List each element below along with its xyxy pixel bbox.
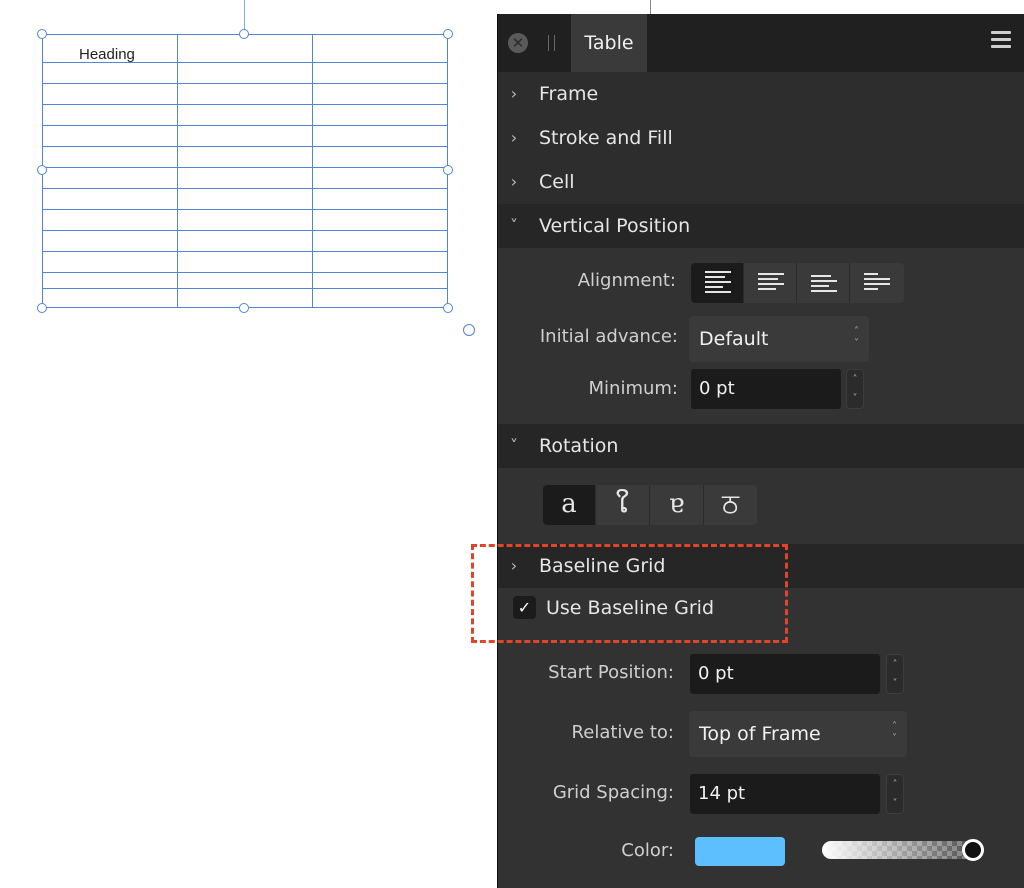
table-resize-handle[interactable] (463, 324, 475, 336)
stepper-up-icon[interactable]: ˄ (887, 655, 903, 674)
relative-to-select[interactable]: Top of Frame ˄ ˅ (689, 711, 907, 757)
close-panel-button[interactable]: ✕ (508, 33, 528, 53)
stepper-down-icon[interactable]: ˅ (887, 674, 903, 693)
table-row-line (43, 146, 447, 147)
initial-advance-value: Default (699, 328, 769, 350)
select-arrows-icon: ˄ ˅ (892, 721, 897, 744)
chevron-down-icon: ˅ (510, 436, 518, 455)
rotation-segmented-control[interactable]: a ໃ ɐ ਠ (543, 485, 757, 525)
minimum-input[interactable]: 0 pt (691, 369, 841, 409)
rotation-90-button[interactable]: ໃ (596, 485, 650, 525)
color-label: Color: (621, 840, 674, 861)
chevron-right-icon: › (510, 172, 518, 191)
section-title: Vertical Position (539, 215, 691, 237)
minimum-label: Minimum: (588, 378, 678, 399)
align-top-button[interactable] (691, 263, 744, 303)
align-justify-button[interactable] (850, 263, 904, 303)
section-rotation[interactable]: ˅ Rotation (498, 424, 1024, 468)
section-title: Frame (539, 83, 599, 105)
section-title: Cell (539, 171, 575, 193)
table-row-line (43, 104, 447, 105)
stepper-down-icon[interactable]: ˅ (847, 389, 863, 408)
table-row-line (43, 288, 447, 289)
section-stroke-and-fill[interactable]: › Stroke and Fill (498, 116, 1024, 160)
table-column-line (177, 35, 178, 307)
chevron-right-icon: › (510, 128, 518, 147)
selection-handle-top-left[interactable] (37, 29, 47, 39)
tab-table[interactable]: Table (571, 14, 647, 72)
alignment-label: Alignment: (577, 270, 676, 291)
highlight-annotation-box (471, 544, 788, 643)
stepper-up-icon[interactable]: ˄ (887, 775, 903, 794)
hamburger-menu-icon[interactable] (991, 31, 1011, 51)
table-row-line (43, 188, 447, 189)
table-row-line (43, 125, 447, 126)
selection-handle-bottom[interactable] (239, 303, 249, 313)
table-row-line (43, 230, 447, 231)
align-center-icon (758, 273, 784, 293)
table-object[interactable] (42, 34, 448, 308)
opacity-slider-track[interactable] (822, 841, 982, 859)
stepper-down-icon[interactable]: ˅ (887, 794, 903, 813)
table-heading-text[interactable]: Heading (79, 46, 135, 63)
rotation-180-button[interactable]: ɐ (650, 485, 704, 525)
start-position-label: Start Position: (548, 662, 674, 683)
table-row-line (43, 83, 447, 84)
start-position-input[interactable]: 0 pt (690, 654, 880, 694)
section-frame[interactable]: › Frame (498, 72, 1024, 116)
relative-to-label: Relative to: (571, 722, 674, 743)
align-center-button[interactable] (744, 263, 797, 303)
select-arrows-icon: ˄ ˅ (854, 326, 859, 349)
align-top-icon (705, 271, 731, 296)
stepper-up-icon[interactable]: ˄ (847, 370, 863, 389)
minimum-stepper[interactable]: ˄ ˅ (846, 369, 864, 409)
rotation-270-button[interactable]: ਠ (704, 485, 757, 525)
selection-handle-top-right[interactable] (443, 29, 453, 39)
table-row-line (43, 251, 447, 252)
table-row-line (43, 272, 447, 273)
grid-spacing-input[interactable]: 14 pt (690, 774, 880, 814)
document-canvas[interactable]: Heading (0, 0, 497, 888)
section-title: Stroke and Fill (539, 127, 673, 149)
drag-grip-icon[interactable] (548, 35, 555, 51)
panel-tab-bar: ✕ Table (498, 14, 1024, 72)
initial-advance-select[interactable]: Default ˄ ˅ (689, 316, 869, 362)
selection-handle-bottom-right[interactable] (443, 303, 453, 313)
table-column-line (312, 35, 313, 307)
alignment-segmented-control[interactable] (691, 263, 904, 303)
table-row-line (43, 167, 447, 168)
section-vertical-position[interactable]: ˅ Vertical Position (498, 204, 1024, 248)
grid-spacing-label: Grid Spacing: (552, 782, 674, 803)
grid-spacing-stepper[interactable]: ˄ ˅ (886, 774, 904, 814)
selection-handle-right[interactable] (443, 165, 453, 175)
rotation-0-button[interactable]: a (543, 485, 596, 525)
align-justify-icon (864, 273, 890, 293)
table-row-line (43, 209, 447, 210)
chevron-right-icon: › (510, 84, 518, 103)
selection-handle-bottom-left[interactable] (37, 303, 47, 313)
align-bottom-button[interactable] (797, 263, 850, 303)
ruler-tick (650, 0, 651, 14)
start-position-stepper[interactable]: ˄ ˅ (886, 654, 904, 694)
initial-advance-label: Initial advance: (539, 326, 678, 347)
chevron-down-icon: ˅ (510, 216, 518, 235)
selection-handle-top[interactable] (239, 29, 249, 39)
selection-handle-left[interactable] (37, 165, 47, 175)
relative-to-value: Top of Frame (699, 723, 821, 745)
align-bottom-icon (811, 275, 837, 295)
opacity-slider-knob[interactable] (962, 839, 984, 861)
section-cell[interactable]: › Cell (498, 160, 1024, 204)
color-swatch[interactable] (695, 837, 785, 866)
section-title: Rotation (539, 435, 619, 457)
